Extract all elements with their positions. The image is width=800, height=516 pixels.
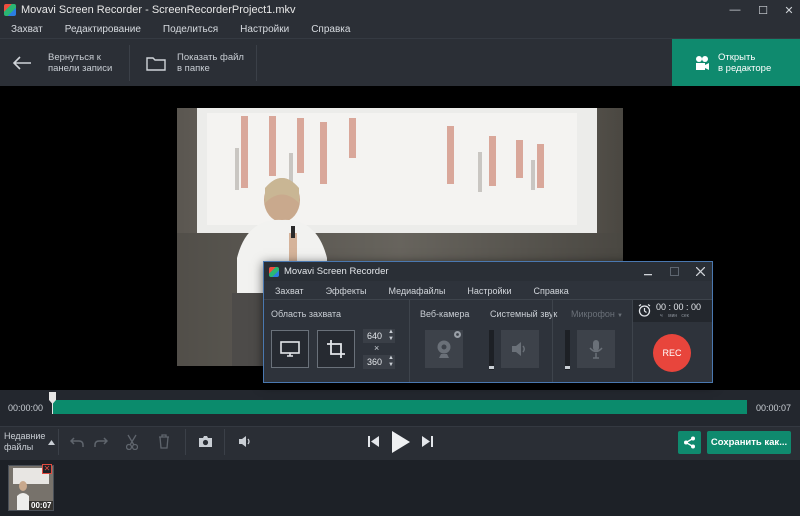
microphone-label: Микрофон	[571, 309, 615, 319]
crop-icon	[327, 340, 345, 358]
recent-files-panel	[0, 460, 800, 516]
fullscreen-capture-button[interactable]	[271, 330, 309, 368]
recorder-maximize-icon[interactable]	[670, 267, 679, 276]
toolbar: Вернуться к панели записи Показать файл …	[0, 38, 800, 87]
recorder-menu-settings[interactable]: Настройки	[456, 286, 522, 296]
minimize-button[interactable]: —	[722, 0, 748, 20]
recorder-minimize-icon[interactable]	[644, 268, 652, 276]
microphone-icon	[589, 340, 603, 359]
controls-divider	[224, 429, 225, 455]
volume-icon[interactable]	[238, 435, 253, 448]
speaker-icon	[512, 342, 525, 356]
height-stepper-icon[interactable]: ▲ ▼	[388, 355, 394, 369]
menu-capture[interactable]: Захват	[0, 24, 54, 35]
menu-edit[interactable]: Редактирование	[54, 24, 152, 35]
recorder-divider	[409, 300, 410, 382]
open-label-line2: в редакторе	[718, 63, 772, 74]
microphone-level	[565, 330, 570, 370]
toolbar-divider	[129, 45, 130, 81]
back-label-line1: Вернуться к	[48, 52, 101, 63]
webcam-settings-gear-icon[interactable]	[453, 330, 462, 339]
recorder-menu-capture[interactable]: Захват	[264, 286, 315, 296]
microphone-button[interactable]	[577, 330, 615, 368]
open-label-line1: Открыть	[718, 52, 756, 63]
recent-label-line1: Недавние	[4, 431, 46, 441]
times-sign: ×	[374, 343, 380, 353]
select-area-button[interactable]	[317, 330, 355, 368]
alarm-clock-icon[interactable]	[638, 304, 651, 317]
timer-units: ч мин сек	[660, 313, 689, 319]
time-end: 00:00:07	[756, 403, 792, 413]
system-sound-label: Системный звук	[490, 309, 558, 319]
app-window: Movavi Screen Recorder - ScreenRecorderP…	[0, 0, 800, 516]
trash-icon[interactable]	[158, 434, 170, 449]
webcam-icon	[437, 340, 451, 358]
recorder-menu-help[interactable]: Справка	[522, 286, 579, 296]
recent-label-line2: файлы	[4, 442, 34, 452]
snapshot-camera-icon[interactable]	[198, 435, 213, 448]
menu-help[interactable]: Справка	[300, 24, 361, 35]
system-sound-button[interactable]	[501, 330, 539, 368]
recorder-title-bar: Movavi Screen Recorder	[264, 262, 712, 281]
thumbnail-duration: 00:07	[29, 501, 53, 510]
recorder-title: Movavi Screen Recorder	[284, 266, 389, 277]
recorder-menu-bar: Захват Эффекты Медиафайлы Настройки Спра…	[264, 282, 712, 300]
play-icon[interactable]	[392, 431, 410, 453]
recorder-menu-effects[interactable]: Эффекты	[315, 286, 378, 296]
arrow-left-icon	[12, 56, 31, 70]
share-button[interactable]	[678, 431, 701, 454]
save-as-button[interactable]: Сохранить как...	[707, 431, 791, 454]
controls-divider	[185, 429, 186, 455]
show-label-line2: в папке	[177, 63, 210, 74]
back-to-recording-button[interactable]: Вернуться к панели записи	[12, 39, 127, 87]
recorder-divider	[552, 300, 553, 382]
menu-settings[interactable]: Настройки	[229, 24, 300, 35]
toolbar-divider	[256, 45, 257, 81]
microphone-dropdown-icon[interactable]: ▼	[617, 313, 623, 319]
title-bar: Movavi Screen Recorder - ScreenRecorderP…	[0, 0, 800, 20]
webcam-label: Веб-камера	[420, 309, 470, 319]
share-icon	[684, 436, 695, 449]
undo-icon[interactable]	[70, 436, 84, 448]
recorder-menu-media[interactable]: Медиафайлы	[377, 286, 456, 296]
capture-area-label: Область захвата	[271, 309, 341, 319]
controls-divider	[58, 429, 59, 455]
show-in-folder-button[interactable]: Показать файл в папке	[146, 39, 256, 87]
monitor-icon	[280, 340, 300, 357]
app-logo-icon	[4, 4, 16, 16]
menu-share[interactable]: Поделиться	[152, 24, 229, 35]
rec-button[interactable]: REC	[653, 334, 691, 372]
menu-bar: Захват Редактирование Поделиться Настрой…	[0, 20, 800, 38]
back-label-line2: панели записи	[48, 63, 113, 74]
cut-icon[interactable]	[126, 434, 138, 450]
remove-thumbnail-icon[interactable]: ✕	[42, 464, 52, 474]
recent-files-button[interactable]: Недавние файлы	[4, 431, 56, 453]
recorder-logo-icon	[269, 266, 279, 277]
chevron-up-icon	[48, 439, 56, 445]
maximize-button[interactable]: ☐	[750, 0, 776, 20]
close-button[interactable]: ✕	[776, 0, 800, 20]
recorder-close-icon[interactable]	[696, 267, 705, 276]
microphone-level-indicator	[565, 366, 570, 369]
system-sound-level-indicator	[489, 366, 494, 369]
system-sound-level	[489, 330, 494, 370]
timer-readout: 00 : 00 : 00	[656, 302, 702, 312]
playhead-handle[interactable]	[49, 392, 56, 414]
timeline-track[interactable]	[52, 400, 747, 414]
show-label-line1: Показать файл	[177, 52, 244, 63]
width-stepper-icon[interactable]: ▲ ▼	[388, 329, 394, 343]
skip-back-icon[interactable]	[368, 436, 379, 447]
recorder-widget: Movavi Screen Recorder Захват Эффекты Ме…	[263, 261, 713, 383]
skip-forward-icon[interactable]	[422, 436, 433, 447]
window-title: Movavi Screen Recorder - ScreenRecorderP…	[21, 4, 296, 16]
time-start: 00:00:00	[8, 403, 44, 413]
redo-icon[interactable]	[94, 436, 108, 448]
folder-icon	[146, 57, 166, 71]
film-clapper-icon	[696, 56, 709, 70]
open-in-editor-button[interactable]: Открыть в редакторе	[672, 39, 800, 87]
